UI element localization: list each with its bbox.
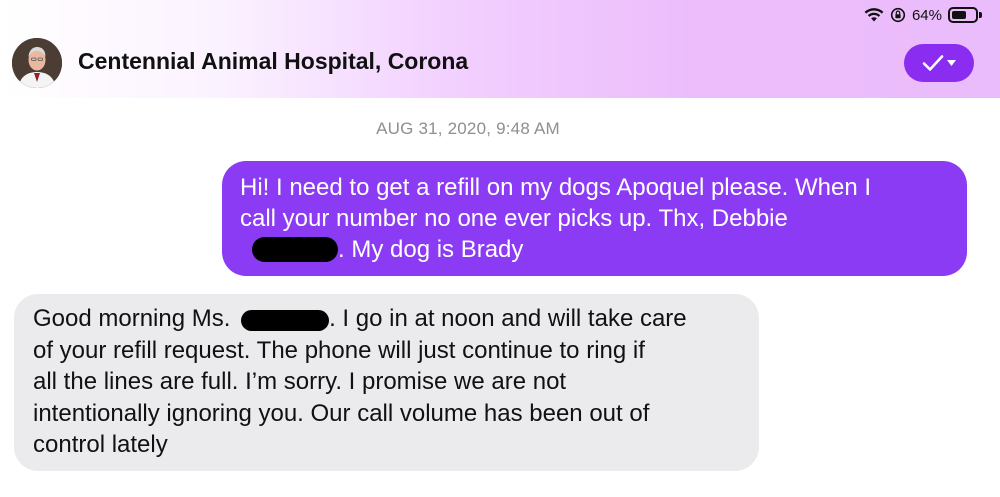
wifi-icon [864,8,884,22]
message-text-line: Good morning Ms. [33,305,238,332]
message-text-line: Hi! I need to get a refill on my dogs Ap… [240,174,872,201]
contact-avatar[interactable] [12,38,62,88]
outgoing-message-bubble[interactable]: Hi! I need to get a refill on my dogs Ap… [222,161,967,276]
checkmark-icon [922,55,944,71]
message-text-line: call your number no one ever picks up. T… [240,205,788,232]
status-bar: 64% [864,5,982,25]
incoming-message-bubble[interactable]: Good morning Ms. . I go in at noon and w… [14,294,759,471]
message-timestamp: AUG 31, 2020, 9:48 AM [376,119,560,138]
battery-icon [948,7,982,23]
message-text-line: of your refill request. The phone will j… [33,336,645,364]
redaction-mark [241,310,330,331]
message-text-line: . I go in at noon and will take care [329,305,687,332]
message-text-line: all the lines are full. I’m sorry. I pro… [33,368,567,395]
message-text-line: intentionally ignoring you. Our call vol… [33,399,650,427]
send-options-button[interactable] [904,44,974,82]
chevron-down-icon [947,60,956,66]
rotation-lock-icon [890,7,906,23]
conversation-header: 64% Centennial Animal Hospital, Corona [0,0,1000,98]
message-text-line: control lately [33,431,168,458]
contact-name[interactable]: Centennial Animal Hospital, Corona [78,48,468,75]
battery-percentage: 64% [911,6,942,24]
message-text-line: . My dog is Brady [338,236,524,263]
redaction-mark [252,237,338,262]
person-photo-icon [12,38,62,88]
